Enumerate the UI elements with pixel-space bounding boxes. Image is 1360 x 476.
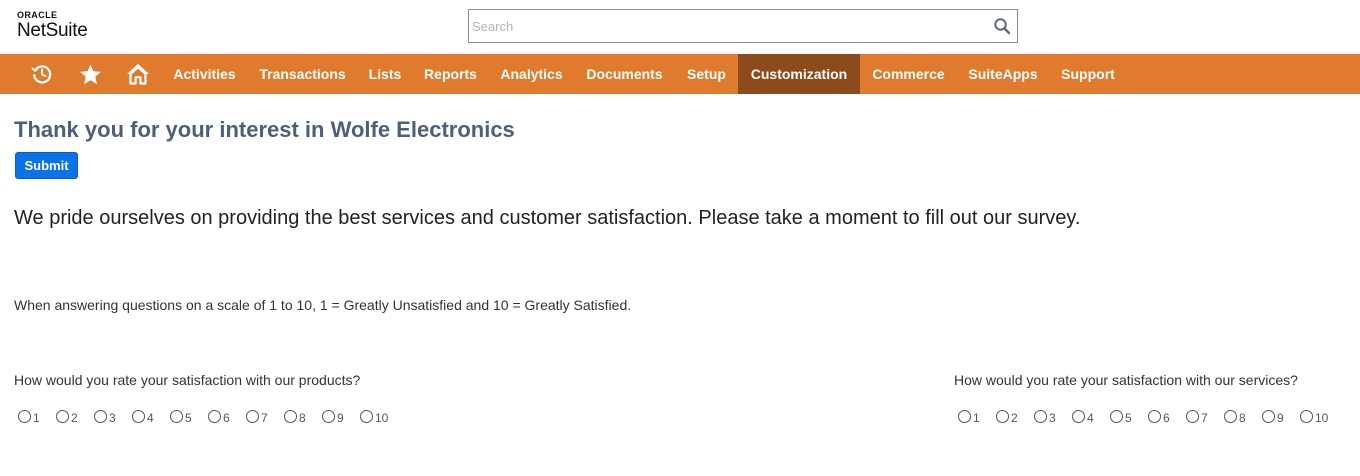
rating-option-label: 2 (1011, 411, 1018, 425)
rating-option-label: 7 (1201, 411, 1208, 425)
page-title: Thank you for your interest in Wolfe Ele… (14, 117, 515, 142)
rating-option[interactable]: 4 (132, 408, 170, 425)
radio-button[interactable] (246, 410, 259, 423)
nav-reports[interactable]: Reports (412, 54, 489, 94)
nav-lists[interactable]: Lists (358, 54, 412, 94)
rating-option[interactable]: 3 (1034, 408, 1072, 425)
nav-customization[interactable]: Customization (738, 54, 860, 94)
rating-option-label: 7 (261, 411, 268, 425)
rating-option[interactable]: 1 (958, 408, 996, 425)
question-products-label: How would you rate your satisfaction wit… (14, 372, 361, 388)
rating-option-label: 4 (147, 411, 154, 425)
nav-analytics[interactable]: Analytics (489, 54, 574, 94)
radio-button[interactable] (132, 410, 145, 423)
rating-option-label: 1 (33, 411, 40, 425)
radio-button[interactable] (1034, 410, 1047, 423)
question-services-label: How would you rate your satisfaction wit… (954, 372, 1298, 388)
rating-option-label: 9 (1277, 411, 1284, 425)
rating-option[interactable]: 8 (284, 408, 322, 425)
radio-button[interactable] (1224, 410, 1237, 423)
recent-icon[interactable] (27, 54, 57, 94)
radio-button[interactable] (1300, 410, 1313, 423)
services-rating-group: 1 2 3 4 5 6 7 8 9 10 (958, 408, 1338, 425)
rating-option[interactable]: 3 (94, 408, 132, 425)
scale-instructions: When answering questions on a scale of 1… (14, 297, 632, 313)
radio-button[interactable] (1148, 410, 1161, 423)
rating-option[interactable]: 10 (360, 408, 398, 425)
radio-button[interactable] (1186, 410, 1199, 423)
top-header: ORACLE NetSuite (0, 0, 1360, 54)
nav-suiteapps[interactable]: SuiteApps (957, 54, 1049, 94)
rating-option-label: 3 (109, 411, 116, 425)
rating-option-label: 6 (223, 411, 230, 425)
radio-button[interactable] (284, 410, 297, 423)
radio-button[interactable] (1110, 410, 1123, 423)
rating-option-label: 9 (337, 411, 344, 425)
nav-activities[interactable]: Activities (162, 54, 247, 94)
rating-option-label: 3 (1049, 411, 1056, 425)
rating-option[interactable]: 8 (1224, 408, 1262, 425)
radio-button[interactable] (996, 410, 1009, 423)
rating-option-label: 10 (1315, 411, 1329, 425)
nav-documents[interactable]: Documents (574, 54, 675, 94)
search-input[interactable] (472, 12, 982, 40)
logo-oracle-text: ORACLE (17, 10, 58, 20)
nav-transactions[interactable]: Transactions (247, 54, 358, 94)
netsuite-logo[interactable]: ORACLE NetSuite (17, 10, 88, 41)
rating-option-label: 8 (1239, 411, 1246, 425)
submit-button[interactable]: Submit (15, 152, 78, 179)
rating-option[interactable]: 1 (18, 408, 56, 425)
rating-option[interactable]: 10 (1300, 408, 1338, 425)
rating-option[interactable]: 9 (1262, 408, 1300, 425)
rating-option[interactable]: 2 (56, 408, 94, 425)
rating-option[interactable]: 2 (996, 408, 1034, 425)
radio-button[interactable] (958, 410, 971, 423)
main-navigation: Activities Transactions Lists Reports An… (0, 54, 1360, 94)
rating-option-label: 4 (1087, 411, 1094, 425)
logo-netsuite-text: NetSuite (17, 20, 88, 41)
nav-support[interactable]: Support (1049, 54, 1127, 94)
search-icon[interactable] (993, 17, 1011, 35)
survey-intro-text: We pride ourselves on providing the best… (14, 207, 1081, 229)
rating-option-label: 6 (1163, 411, 1170, 425)
products-rating-group: 1 2 3 4 5 6 7 8 9 10 (18, 408, 398, 425)
rating-option-label: 8 (299, 411, 306, 425)
radio-button[interactable] (56, 410, 69, 423)
radio-button[interactable] (1072, 410, 1085, 423)
radio-button[interactable] (170, 410, 183, 423)
radio-button[interactable] (18, 410, 31, 423)
rating-option-label: 1 (973, 411, 980, 425)
rating-option-label: 10 (375, 411, 389, 425)
rating-option-label: 5 (185, 411, 192, 425)
star-icon[interactable] (75, 54, 105, 94)
rating-option-label: 2 (71, 411, 78, 425)
radio-button[interactable] (1262, 410, 1275, 423)
rating-option[interactable]: 7 (1186, 408, 1224, 425)
nav-commerce[interactable]: Commerce (860, 54, 957, 94)
radio-button[interactable] (360, 410, 373, 423)
rating-option[interactable]: 5 (170, 408, 208, 425)
radio-button[interactable] (322, 410, 335, 423)
rating-option[interactable]: 6 (208, 408, 246, 425)
rating-option[interactable]: 4 (1072, 408, 1110, 425)
rating-option[interactable]: 5 (1110, 408, 1148, 425)
rating-option[interactable]: 6 (1148, 408, 1186, 425)
rating-option[interactable]: 9 (322, 408, 360, 425)
rating-option-label: 5 (1125, 411, 1132, 425)
radio-button[interactable] (94, 410, 107, 423)
nav-setup[interactable]: Setup (675, 54, 738, 94)
rating-option[interactable]: 7 (246, 408, 284, 425)
global-search (468, 9, 1018, 43)
radio-button[interactable] (208, 410, 221, 423)
home-icon[interactable] (123, 54, 153, 94)
